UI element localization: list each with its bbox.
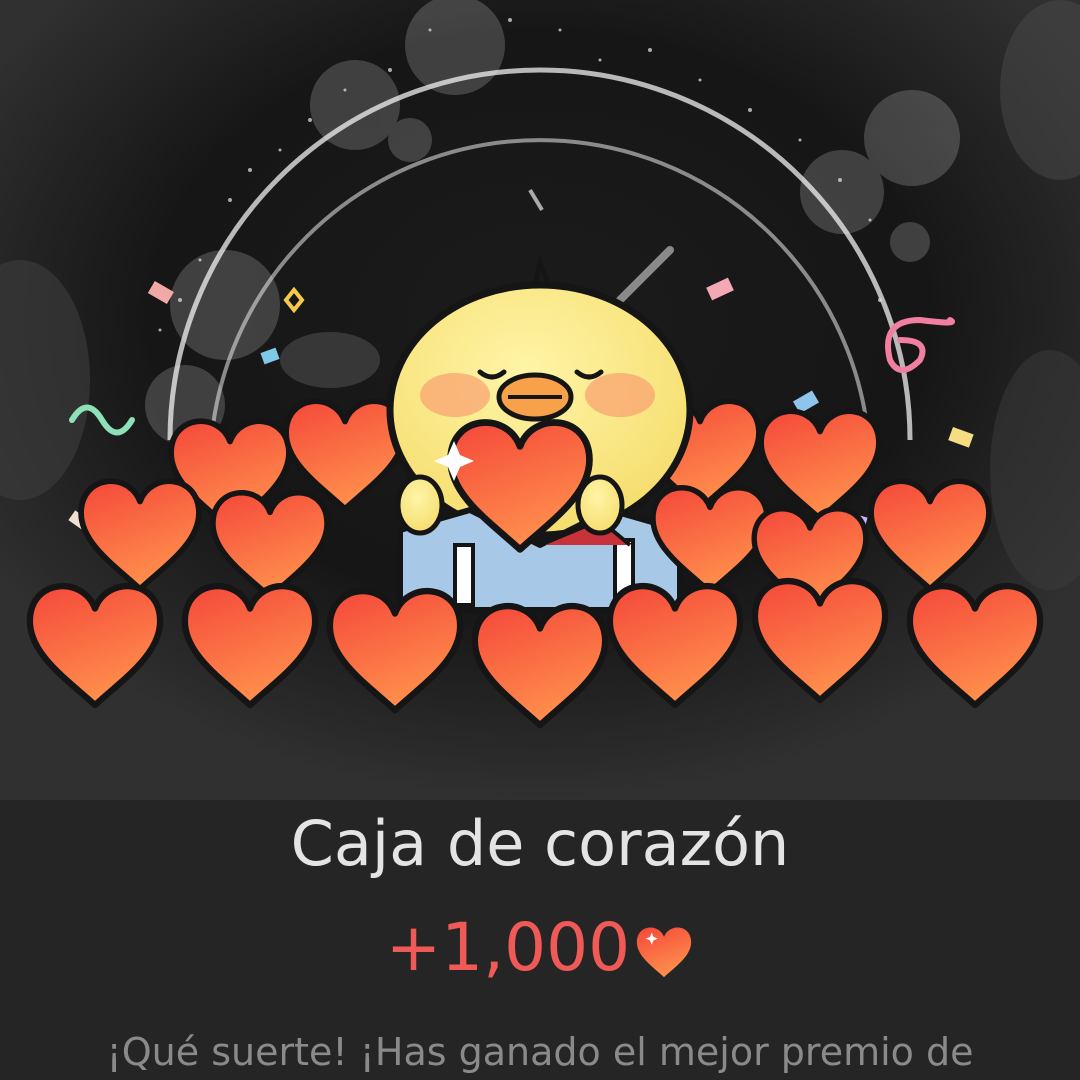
reward-amount-row: +1,000 — [0, 908, 1080, 988]
reward-message: ¡Qué suerte! ¡Has ganado el mejor premio… — [106, 1030, 974, 1074]
heart-icon — [634, 922, 694, 978]
reward-title: Caja de corazón — [290, 807, 790, 880]
reward-amount: +1,000 — [385, 909, 631, 986]
reward-illustration — [0, 0, 1080, 800]
reward-screen: Caja de corazón +1,000 ¡Qué suerte! ¡Has… — [0, 0, 1080, 1080]
